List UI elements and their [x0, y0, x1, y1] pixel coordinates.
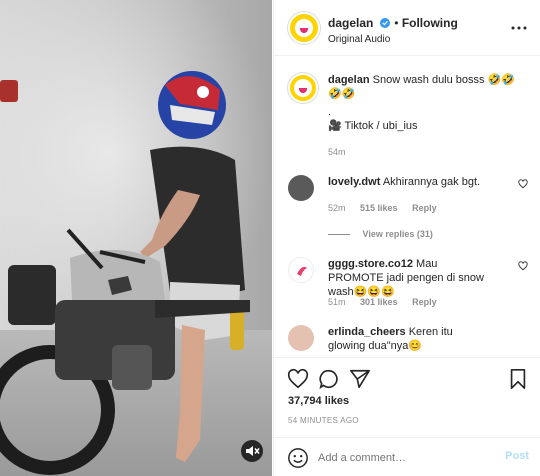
comment-meta: 51m 301 likes Reply — [328, 295, 449, 309]
reply-button[interactable]: Reply — [412, 297, 437, 307]
caption-text-block: dagelan Snow wash dulu bosss 🤣🤣🤣🤣 . 🎥 Ti… — [328, 73, 518, 133]
commenter-username[interactable]: erlinda_cheers — [328, 326, 406, 338]
post-side-panel: dagelan • Following Original Audio dagel… — [273, 0, 540, 476]
comment-heart-icon[interactable] — [518, 261, 528, 271]
commenter-username[interactable]: gggg.store.co12 — [328, 258, 413, 270]
comments-list[interactable]: dagelan Snow wash dulu bosss 🤣🤣🤣🤣 . 🎥 Ti… — [274, 57, 540, 357]
comment-item: erlinda_cheers Keren itu glowing dua"nya… — [288, 325, 528, 357]
comment-input[interactable] — [318, 449, 488, 467]
caption-avatar[interactable] — [288, 73, 318, 103]
comment-age: 52m — [328, 203, 346, 213]
comment-item: lovely.dwt Akhirannya gak bgt. 52m 515 l… — [288, 175, 528, 265]
caption-credit: 🎥 Tiktok / ubi_ius — [328, 120, 418, 132]
commenter-avatar[interactable] — [288, 175, 314, 201]
comment-body: lovely.dwt Akhirannya gak bgt. — [328, 175, 493, 189]
author-line: dagelan • Following — [328, 14, 458, 32]
reply-button[interactable]: Reply — [412, 203, 437, 213]
caption-username[interactable]: dagelan — [328, 74, 370, 86]
heart-icon[interactable] — [287, 368, 309, 390]
comment-heart-icon[interactable] — [518, 179, 528, 189]
commenter-avatar[interactable] — [288, 325, 314, 351]
post-header: dagelan • Following Original Audio — [274, 0, 540, 56]
add-comment-bar: Post — [274, 437, 540, 476]
caption: dagelan Snow wash dulu bosss 🤣🤣🤣🤣 . 🎥 Ti… — [288, 73, 528, 163]
commenter-username[interactable]: lovely.dwt — [328, 176, 380, 188]
verified-badge-icon — [379, 18, 390, 28]
emoji-icon[interactable] — [287, 447, 309, 469]
mute-button[interactable] — [241, 440, 263, 462]
comment-meta: 52m 515 likes Reply — [328, 201, 449, 215]
comment-body: erlinda_cheers Keren itu glowing dua"nya… — [328, 325, 493, 353]
comment-icon[interactable] — [318, 368, 340, 390]
comment-text: Akhirannya gak bgt. — [382, 176, 481, 188]
comment-body: gggg.store.co12 Mau PROMOTE jadi pengen … — [328, 257, 493, 299]
caption-age: 54m — [328, 147, 346, 157]
comment-age: 51m — [328, 297, 346, 307]
bookmark-icon[interactable] — [507, 368, 529, 390]
post-video[interactable] — [0, 0, 272, 476]
comment-likes[interactable]: 301 likes — [360, 297, 398, 307]
comment-likes[interactable]: 515 likes — [360, 203, 398, 213]
view-replies[interactable]: View replies (31) — [328, 227, 433, 241]
separator-dot: • — [394, 16, 402, 30]
commenter-avatar[interactable] — [288, 257, 314, 283]
video-frame — [0, 0, 272, 476]
author-avatar[interactable] — [288, 12, 320, 44]
author-username[interactable]: dagelan — [328, 16, 373, 30]
like-count[interactable]: 37,794 likes — [288, 395, 349, 407]
post-comment-button[interactable]: Post — [505, 450, 529, 462]
post-actions: 37,794 likes 54 MINUTES AGO — [274, 357, 540, 437]
more-options-icon[interactable] — [511, 25, 527, 31]
post-timestamp: 54 MINUTES AGO — [288, 416, 359, 425]
share-icon[interactable] — [349, 368, 371, 390]
speaker-muted-icon — [246, 446, 260, 456]
store-logo-icon — [297, 266, 307, 276]
follow-button[interactable]: Following — [402, 16, 458, 30]
caption-dot: . — [328, 106, 332, 118]
audio-link[interactable]: Original Audio — [328, 34, 390, 45]
comment-item: gggg.store.co12 Mau PROMOTE jadi pengen … — [288, 257, 528, 317]
